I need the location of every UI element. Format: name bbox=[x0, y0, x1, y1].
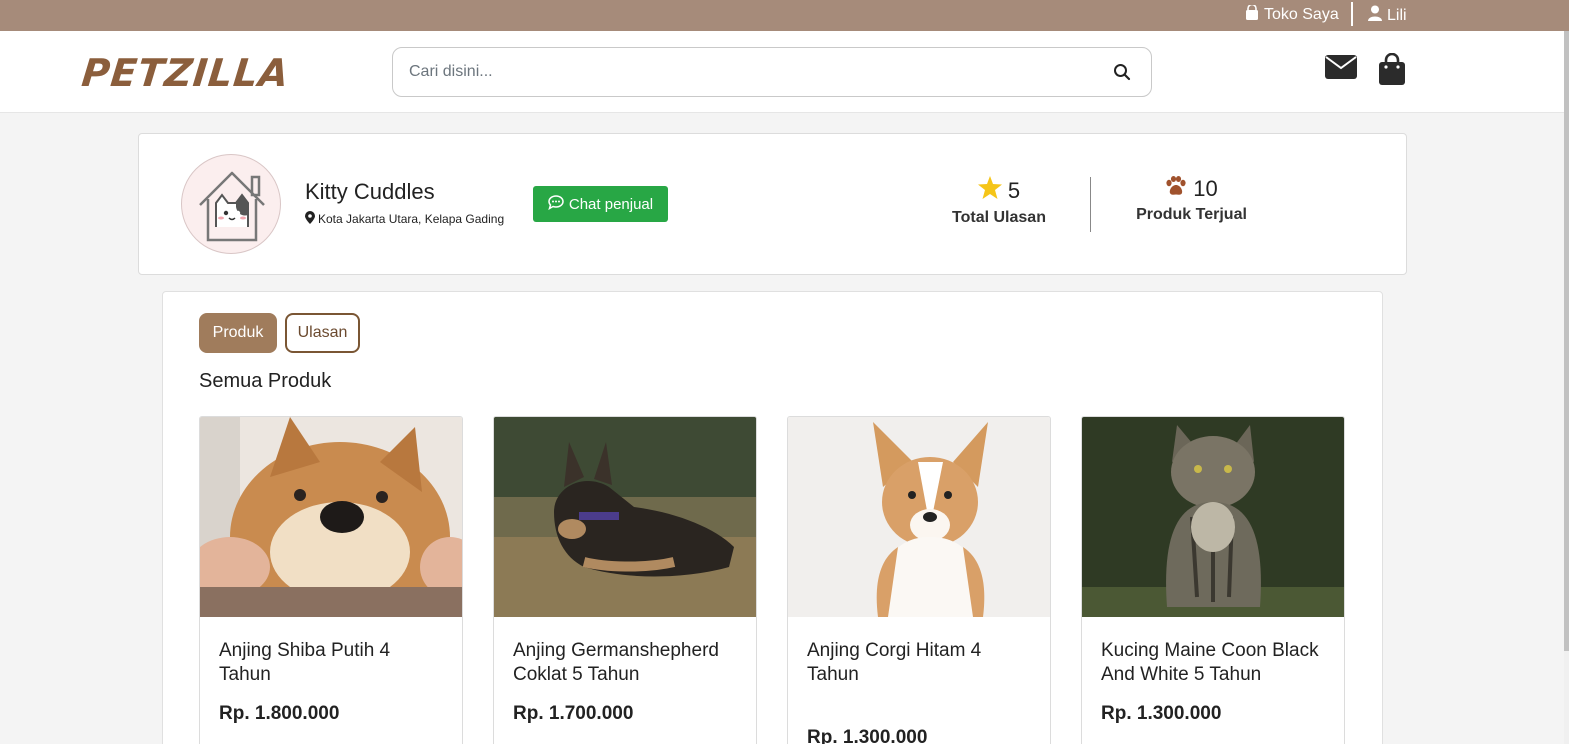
products-panel: Produk Ulasan Semua Produk Anjing Shiba … bbox=[162, 291, 1383, 744]
shop-avatar bbox=[181, 154, 281, 254]
sold-label: Produk Terjual bbox=[1136, 206, 1247, 223]
product-name[interactable]: Anjing Corgi Hitam 4 Tahun bbox=[807, 639, 1032, 687]
mail-icon[interactable] bbox=[1325, 55, 1357, 84]
shop-location: Kota Jakarta Utara, Kelapa Gading bbox=[305, 211, 504, 227]
german-shepherd-puppy-photo bbox=[494, 417, 756, 617]
search-input[interactable] bbox=[409, 60, 1089, 84]
product-card[interactable]: Kucing Maine Coon Black And White 5 Tahu… bbox=[1081, 416, 1345, 744]
main-navbar: PETZILLA bbox=[0, 31, 1564, 113]
shop-name: Kitty Cuddles bbox=[305, 179, 435, 204]
user-account-link[interactable]: Lili bbox=[1368, 5, 1407, 26]
shiba-dog-photo bbox=[200, 417, 462, 617]
section-title: Semua Produk bbox=[199, 370, 332, 392]
product-card[interactable]: Anjing Shiba Putih 4 Tahun Rp. 1.800.000 bbox=[199, 416, 463, 744]
paw-icon bbox=[1165, 176, 1187, 202]
product-card[interactable]: Anjing Corgi Hitam 4 Tahun Rp. 1.300.000 bbox=[787, 416, 1051, 744]
maine-coon-cat-photo bbox=[1082, 417, 1344, 617]
product-price: Rp. 1.300.000 bbox=[807, 727, 928, 744]
my-store-label: Toko Saya bbox=[1264, 6, 1339, 23]
shopping-bag-icon bbox=[1245, 3, 1259, 25]
product-name[interactable]: Anjing Shiba Putih 4 Tahun bbox=[219, 639, 444, 687]
chat-seller-button[interactable]: Chat penjual bbox=[533, 186, 668, 222]
search-box bbox=[392, 47, 1152, 97]
chat-bubble-icon bbox=[548, 194, 564, 214]
stat-divider bbox=[1090, 177, 1091, 232]
reviews-label: Total Ulasan bbox=[952, 209, 1046, 226]
products-sold-stat: 10 Produk Terjual bbox=[1134, 176, 1249, 224]
map-pin-icon bbox=[305, 211, 315, 227]
corgi-dog-photo bbox=[788, 417, 1050, 617]
reviews-count: 5 bbox=[1007, 177, 1021, 203]
my-store-link[interactable]: Toko Saya bbox=[1245, 3, 1339, 25]
topbar-divider bbox=[1351, 2, 1353, 26]
page-scrollbar[interactable] bbox=[1564, 31, 1569, 744]
product-price: Rp. 1.300.000 bbox=[1101, 703, 1222, 724]
chat-seller-label: Chat penjual bbox=[568, 195, 654, 213]
star-icon bbox=[977, 176, 1002, 205]
search-icon[interactable] bbox=[1113, 63, 1131, 86]
brand-logo[interactable]: PETZILLA bbox=[80, 51, 292, 95]
sold-count: 10 bbox=[1193, 176, 1218, 201]
product-name[interactable]: Anjing Germanshepherd Coklat 5 Tahun bbox=[513, 639, 738, 687]
product-price: Rp. 1.800.000 bbox=[219, 703, 340, 724]
tab-ulasan[interactable]: Ulasan bbox=[285, 313, 360, 353]
user-icon bbox=[1368, 5, 1382, 26]
product-card[interactable]: Anjing Germanshepherd Coklat 5 Tahun Rp.… bbox=[493, 416, 757, 744]
scrollbar-thumb[interactable] bbox=[1564, 31, 1569, 651]
shop-location-text: Kota Jakarta Utara, Kelapa Gading bbox=[318, 212, 505, 226]
user-name: Lili bbox=[1387, 6, 1407, 24]
total-reviews-stat: 5 Total Ulasan bbox=[949, 176, 1049, 227]
shopping-bag-icon[interactable] bbox=[1378, 52, 1406, 90]
product-price: Rp. 1.700.000 bbox=[513, 703, 634, 724]
product-name[interactable]: Kucing Maine Coon Black And White 5 Tahu… bbox=[1101, 639, 1326, 687]
shop-info-card: Kitty Cuddles Kota Jakarta Utara, Kelapa… bbox=[138, 133, 1407, 275]
tab-produk[interactable]: Produk bbox=[199, 313, 277, 353]
top-bar: Toko Saya Lili bbox=[0, 0, 1569, 31]
